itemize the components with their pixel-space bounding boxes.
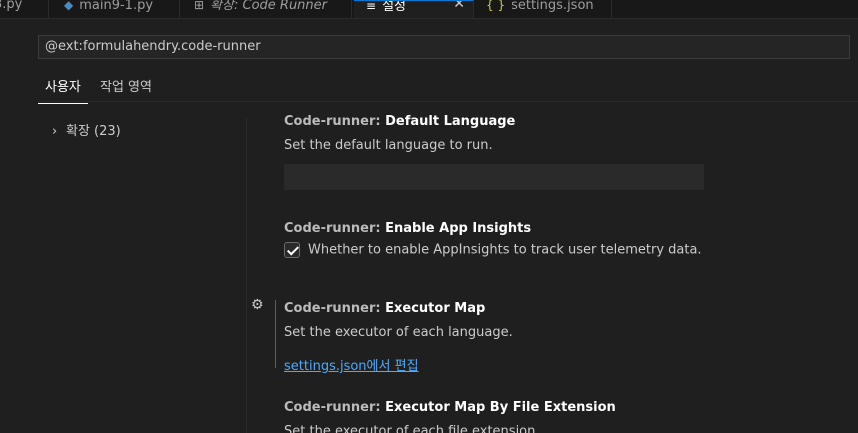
setting-category: Code-runner: bbox=[284, 221, 386, 236]
setting-title: Code-runner: Default Language bbox=[284, 114, 704, 129]
extension-icon: ⊞ bbox=[194, 0, 205, 12]
edit-in-settings-json-link[interactable]: settings.json에서 편집 bbox=[284, 355, 419, 374]
setting-category: Code-runner: bbox=[284, 114, 386, 129]
editor-tab-bar: 3.py ◆main9-1.py ⊞확장: Code Runner ≡설정 ✕ … bbox=[0, 0, 858, 19]
tab-main9-1[interactable]: ◆ main9-1.py bbox=[52, 0, 180, 18]
settings-scope-tabs: 사용자 작업 영역 bbox=[38, 76, 159, 104]
setting-name: Enable App Insights bbox=[385, 221, 532, 236]
tab-label: 설정 bbox=[382, 0, 406, 14]
divider bbox=[38, 101, 858, 102]
python-icon: ◆ bbox=[64, 0, 74, 12]
focus-indicator bbox=[275, 300, 276, 368]
setting-name: Default Language bbox=[385, 114, 516, 129]
chevron-right-icon: › bbox=[52, 124, 58, 139]
gear-icon[interactable]: ⚙ bbox=[251, 297, 264, 313]
tab-label: 3.py bbox=[0, 0, 23, 12]
setting-category: Code-runner: bbox=[284, 400, 386, 415]
tab-settings-json[interactable]: { } settings.json bbox=[476, 0, 612, 18]
setting-name: Executor Map bbox=[385, 301, 486, 316]
search-value: @ext:formulahendry.code-runner bbox=[45, 39, 261, 54]
tab-label: main9-1.py bbox=[79, 0, 154, 13]
toc-divider bbox=[246, 118, 247, 433]
tab-extension-code-runner[interactable]: ⊞ 확장: Code Runner bbox=[182, 0, 352, 18]
setting-default-language: Code-runner: Default Language Set the de… bbox=[284, 114, 704, 190]
setting-title: Code-runner: Enable App Insights bbox=[284, 221, 702, 236]
toc-item-extensions[interactable]: › 확장 (23) bbox=[52, 120, 121, 139]
setting-executor-map-by-file-extension: Code-runner: Executor Map By File Extens… bbox=[284, 400, 616, 433]
close-icon[interactable]: ✕ bbox=[453, 1, 465, 11]
setting-description: Set the executor of each language. bbox=[284, 325, 513, 340]
setting-title: Code-runner: Executor Map By File Extens… bbox=[284, 400, 616, 415]
toc-label: 확장 (23) bbox=[66, 124, 121, 139]
settings-icon: ≡ bbox=[366, 0, 377, 13]
setting-name: Executor Map By File Extension bbox=[385, 400, 616, 415]
setting-enable-app-insights: Code-runner: Enable App Insights Whether… bbox=[284, 221, 702, 258]
setting-description: Whether to enable AppInsights to track u… bbox=[308, 242, 702, 258]
tab-workspace[interactable]: 작업 영역 bbox=[93, 78, 159, 103]
setting-executor-map: Code-runner: Executor Map Set the execut… bbox=[284, 301, 513, 374]
setting-description: Set the executor of each file extension. bbox=[284, 424, 540, 433]
app-insights-checkbox[interactable] bbox=[284, 242, 300, 258]
default-language-input[interactable] bbox=[284, 164, 704, 190]
app-insights-checkbox-row: Whether to enable AppInsights to track u… bbox=[284, 242, 702, 258]
settings-search-input[interactable]: @ext:formulahendry.code-runner bbox=[38, 35, 850, 59]
setting-category: Code-runner: bbox=[284, 301, 386, 316]
tab-label: settings.json bbox=[511, 0, 594, 13]
tab-label: 확장: Code Runner bbox=[210, 0, 328, 13]
settings-editor-window: 3.py ◆main9-1.py ⊞확장: Code Runner ≡설정 ✕ … bbox=[0, 0, 858, 433]
setting-description: Set the default language to run. bbox=[284, 138, 493, 153]
tab-settings[interactable]: ≡ 설정 ✕ bbox=[354, 0, 474, 18]
tab-3py[interactable]: 3.py bbox=[0, 0, 49, 18]
setting-title: Code-runner: Executor Map bbox=[284, 301, 513, 316]
json-icon: { } bbox=[486, 0, 506, 12]
